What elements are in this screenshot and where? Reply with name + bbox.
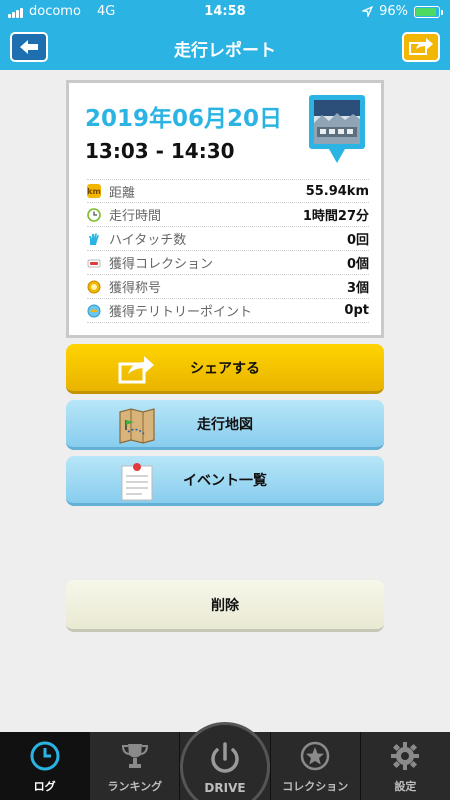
- stat-row-title: 獲得称号 3個: [87, 275, 369, 299]
- stat-row-territory: 獲得テリトリーポイント 0pt: [87, 299, 369, 323]
- report-card: 2019年06月20日 13:03 - 14:30 km 距離 55.94km …: [66, 80, 384, 338]
- tab-label: コレクション: [282, 780, 349, 793]
- stat-label: ハイタッチ数: [109, 233, 187, 248]
- tab-label: ランキング: [107, 780, 163, 793]
- stat-row-drive-time: 走行時間 1時間27分: [87, 203, 369, 227]
- drive-map-button[interactable]: 走行地図: [66, 400, 384, 450]
- status-bar: docomo 4G 14:58 96%: [0, 0, 450, 24]
- tab-label: 設定: [394, 780, 417, 793]
- report-time-range: 13:03 - 14:30: [85, 139, 235, 163]
- stat-value: 55.94km: [305, 183, 369, 199]
- stat-value: 0pt: [344, 303, 369, 318]
- stat-label: 獲得コレクション: [109, 257, 214, 272]
- car-icon: [87, 256, 101, 270]
- page-title: 走行レポート: [174, 41, 276, 61]
- tab-ranking[interactable]: ランキング: [90, 732, 181, 800]
- event-list-label: イベント一覧: [183, 472, 267, 489]
- delete-label: 削除: [211, 597, 239, 614]
- event-list-button[interactable]: イベント一覧: [66, 456, 384, 506]
- trophy-icon: [119, 740, 151, 772]
- delete-button[interactable]: 削除: [66, 580, 384, 632]
- stat-label: 獲得称号: [109, 281, 162, 296]
- memo-pin-icon: [121, 463, 153, 501]
- clock-icon: [29, 740, 61, 772]
- report-date: 2019年06月20日: [85, 106, 283, 132]
- tab-collection[interactable]: コレクション: [271, 732, 361, 800]
- stat-row-collection: 獲得コレクション 0個: [87, 251, 369, 275]
- stat-value: 0個: [346, 257, 369, 272]
- stat-label: 走行時間: [109, 209, 162, 224]
- gear-icon: [389, 740, 421, 772]
- stat-value: 3個: [346, 281, 369, 296]
- battery-percent: 96%: [379, 4, 408, 19]
- stats-list: km 距離 55.94km 走行時間 1時間27分 ハイタッチ数 0回 獲得コレ…: [87, 179, 369, 323]
- km-icon: km: [87, 184, 101, 198]
- tab-settings[interactable]: 設定: [361, 732, 450, 800]
- clock-icon: [87, 207, 101, 222]
- share-icon: [118, 356, 154, 384]
- app-header: 走行レポート: [0, 24, 450, 70]
- share-button[interactable]: シェアする: [66, 344, 384, 394]
- drive-label: DRIVE: [204, 781, 246, 795]
- stat-label: 距離: [109, 185, 136, 201]
- stat-row-distance: km 距離 55.94km: [87, 179, 369, 203]
- stat-value: 0回: [346, 233, 369, 248]
- share-label: シェアする: [190, 360, 260, 377]
- stat-row-high-touch: ハイタッチ数 0回: [87, 227, 369, 251]
- tab-label: ログ: [33, 780, 56, 793]
- territory-icon: [87, 304, 101, 318]
- stat-label: 獲得テリトリーポイント: [109, 305, 253, 320]
- medal-icon: [87, 280, 101, 294]
- star-icon: [299, 740, 331, 772]
- photo-pin-icon[interactable]: [307, 93, 367, 167]
- share-arrow-icon: [409, 38, 433, 55]
- battery-icon: [414, 5, 443, 18]
- power-icon: [211, 742, 239, 773]
- stat-value: 1時間27分: [302, 209, 369, 224]
- tab-log[interactable]: ログ: [0, 732, 91, 800]
- drive-map-label: 走行地図: [197, 416, 253, 433]
- header-share-button[interactable]: [402, 32, 440, 62]
- location-arrow-icon: [362, 6, 374, 17]
- hand-icon: [87, 232, 101, 246]
- map-icon: [119, 408, 155, 444]
